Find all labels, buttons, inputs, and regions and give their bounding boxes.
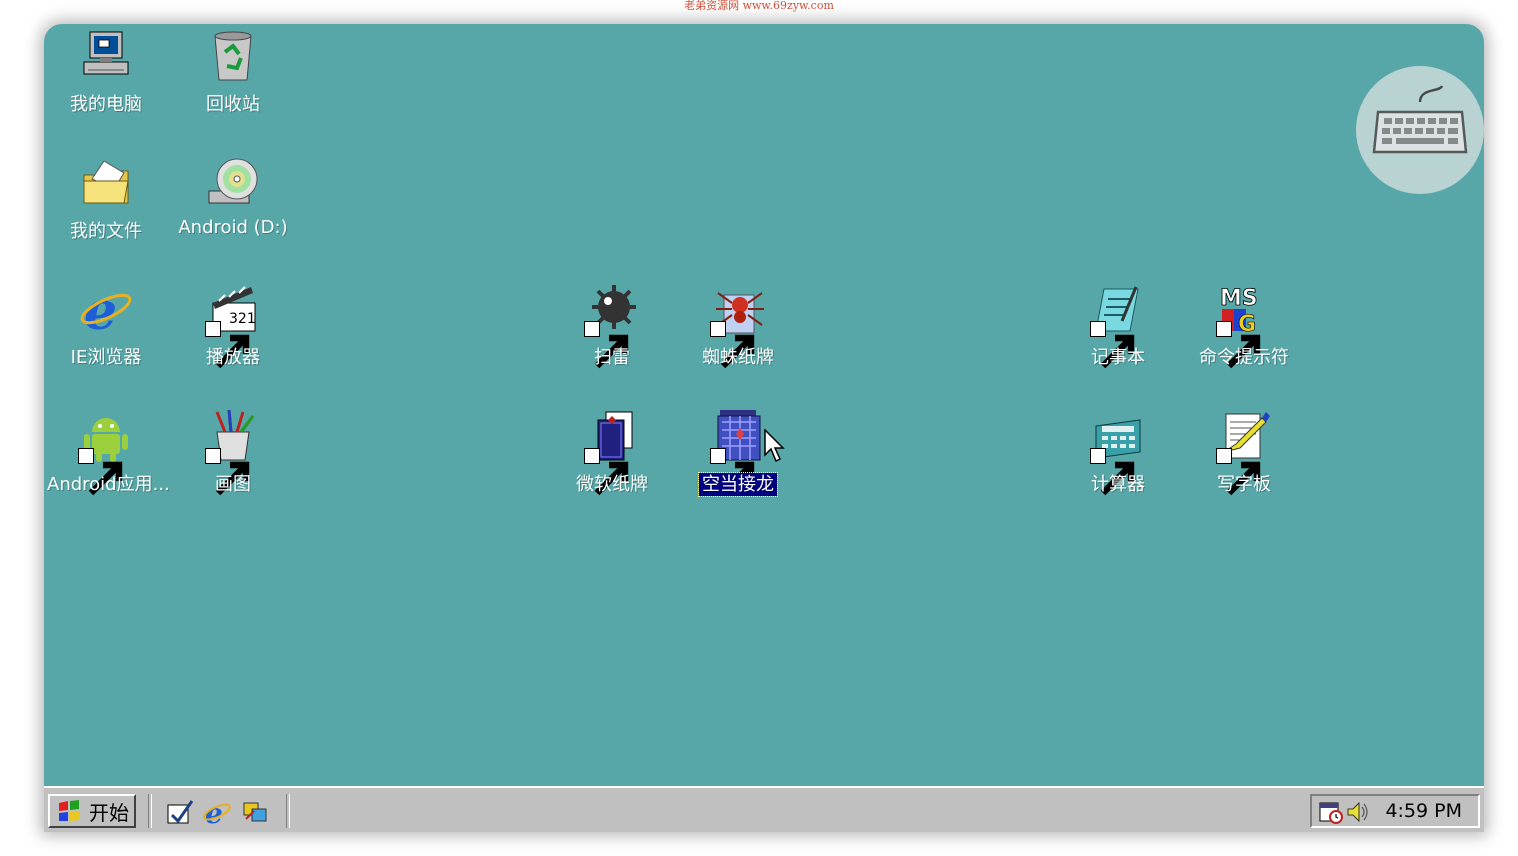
desktop-icon-label: Android应用... xyxy=(47,474,170,495)
shortcut-arrow-icon xyxy=(1216,321,1261,369)
quicklaunch-channels[interactable] xyxy=(240,797,270,827)
clapperboard-icon: 321 xyxy=(205,281,261,369)
spider-icon xyxy=(710,281,766,369)
desktop-icon-calculator[interactable]: 计算器 xyxy=(1056,406,1180,524)
notepad-icon xyxy=(1090,281,1146,369)
quicklaunch-show-desktop[interactable] xyxy=(164,797,194,827)
shortcut-arrow-icon xyxy=(1090,321,1135,369)
desktop-icon-label: 命令提示符 xyxy=(1199,347,1289,368)
desktop-icon-label: 扫雷 xyxy=(594,347,630,368)
cd-drive-icon xyxy=(205,155,261,211)
quicklaunch-ie[interactable]: e xyxy=(202,797,232,827)
start-button-label: 开始 xyxy=(89,800,129,825)
ie-icon: e xyxy=(78,281,134,337)
channels-icon xyxy=(243,802,267,822)
recycle-bin-icon xyxy=(205,28,261,84)
desktop-icon-android-drive[interactable]: Android (D:) xyxy=(171,153,295,271)
start-button[interactable]: 开始 xyxy=(48,794,136,828)
desktop-icon-label: 蜘蛛纸牌 xyxy=(702,347,774,368)
svg-text:MS: MS xyxy=(1220,286,1258,311)
calculator-icon xyxy=(1090,408,1146,496)
desktop-icon-label: IE浏览器 xyxy=(70,347,142,368)
shortcut-arrow-icon xyxy=(205,321,250,369)
desktop: 我的电脑 回收站 我的文件 Android (D:) e IE浏览器 321 播… xyxy=(44,24,1484,832)
desktop-icon-label: 我的电脑 xyxy=(70,94,142,115)
shortcut-arrow-icon xyxy=(78,448,123,496)
desktop-icon-label: 播放器 xyxy=(206,347,260,368)
desktop-icon-wordpad[interactable]: 写字板 xyxy=(1182,406,1306,524)
desktop-icon-player[interactable]: 321 播放器 xyxy=(171,279,295,397)
desktop-icon-spider-solitaire[interactable]: 蜘蛛纸牌 xyxy=(676,279,800,397)
desktop-icon-android-apps[interactable]: Android应用... xyxy=(44,406,170,524)
desktop-icon-recycle-bin[interactable]: 回收站 xyxy=(171,26,295,144)
taskbar-separator xyxy=(286,794,290,828)
shortcut-arrow-icon xyxy=(1090,448,1135,496)
desktop-icon-minesweeper[interactable]: 扫雷 xyxy=(550,279,674,397)
computer-icon xyxy=(78,28,134,84)
windows-logo-icon xyxy=(59,800,79,821)
desktop-icon-label: 我的文件 xyxy=(70,221,142,242)
desktop-icon-notepad[interactable]: 记事本 xyxy=(1056,279,1180,397)
desktop-icon-my-documents[interactable]: 我的文件 xyxy=(44,153,168,271)
desktop-icon-solitaire[interactable]: 微软纸牌 xyxy=(550,406,674,524)
folder-icon xyxy=(78,155,134,211)
shortcut-arrow-icon xyxy=(205,448,250,496)
desktop-icon-my-computer[interactable]: 我的电脑 xyxy=(44,26,168,144)
desktop-icon-label: 计算器 xyxy=(1091,474,1145,495)
desktop-icon-command-prompt[interactable]: MS G 命令提示符 xyxy=(1182,279,1306,397)
shortcut-arrow-icon xyxy=(1216,448,1261,496)
desktop-icon-label: 回收站 xyxy=(206,94,260,115)
wordpad-icon xyxy=(1216,408,1272,496)
tray-scheduler[interactable] xyxy=(1318,799,1344,825)
clock[interactable]: 4:59 PM xyxy=(1385,800,1462,822)
paint-icon xyxy=(205,408,261,496)
mouse-cursor-icon xyxy=(764,429,785,463)
shortcut-arrow-icon xyxy=(584,321,629,369)
desktop-icon-label: 空当接龙 xyxy=(698,472,778,497)
desktop-icon-label: 画图 xyxy=(215,474,251,495)
desktop-icon-label: 写字板 xyxy=(1217,474,1271,495)
desktop-icon-label: Android (D:) xyxy=(178,217,288,238)
keyboard-icon xyxy=(1372,85,1468,154)
desktop-icon-freecell[interactable]: 空当接龙 xyxy=(676,406,800,524)
shortcut-arrow-icon xyxy=(710,448,755,496)
system-tray: 4:59 PM xyxy=(1310,794,1480,828)
freecell-icon xyxy=(710,408,766,496)
cards-icon xyxy=(584,408,640,496)
on-screen-keyboard-button[interactable] xyxy=(1356,66,1484,194)
desktop-icon-paint[interactable]: 画图 xyxy=(171,406,295,524)
taskbar: 开始 e 4:59 PM xyxy=(44,786,1484,832)
scheduler-icon xyxy=(1319,802,1343,824)
desktop-icon-label: 微软纸牌 xyxy=(576,474,648,495)
shortcut-arrow-icon xyxy=(584,448,629,496)
speaker-icon xyxy=(1347,801,1368,823)
taskbar-separator xyxy=(148,794,152,828)
tray-volume[interactable] xyxy=(1344,799,1370,825)
shortcut-arrow-icon xyxy=(710,321,755,369)
desktop-icon-ie-browser[interactable]: e IE浏览器 xyxy=(44,279,168,397)
desktop-icon-label: 记事本 xyxy=(1091,347,1145,368)
ms-dos-icon: MS G xyxy=(1216,281,1272,369)
show-desktop-icon xyxy=(167,800,194,824)
mine-icon xyxy=(584,281,640,369)
ie-icon: e xyxy=(203,797,231,827)
android-icon xyxy=(78,408,134,496)
watermark: 老弟资源网 www.69zyw.com xyxy=(684,0,834,12)
